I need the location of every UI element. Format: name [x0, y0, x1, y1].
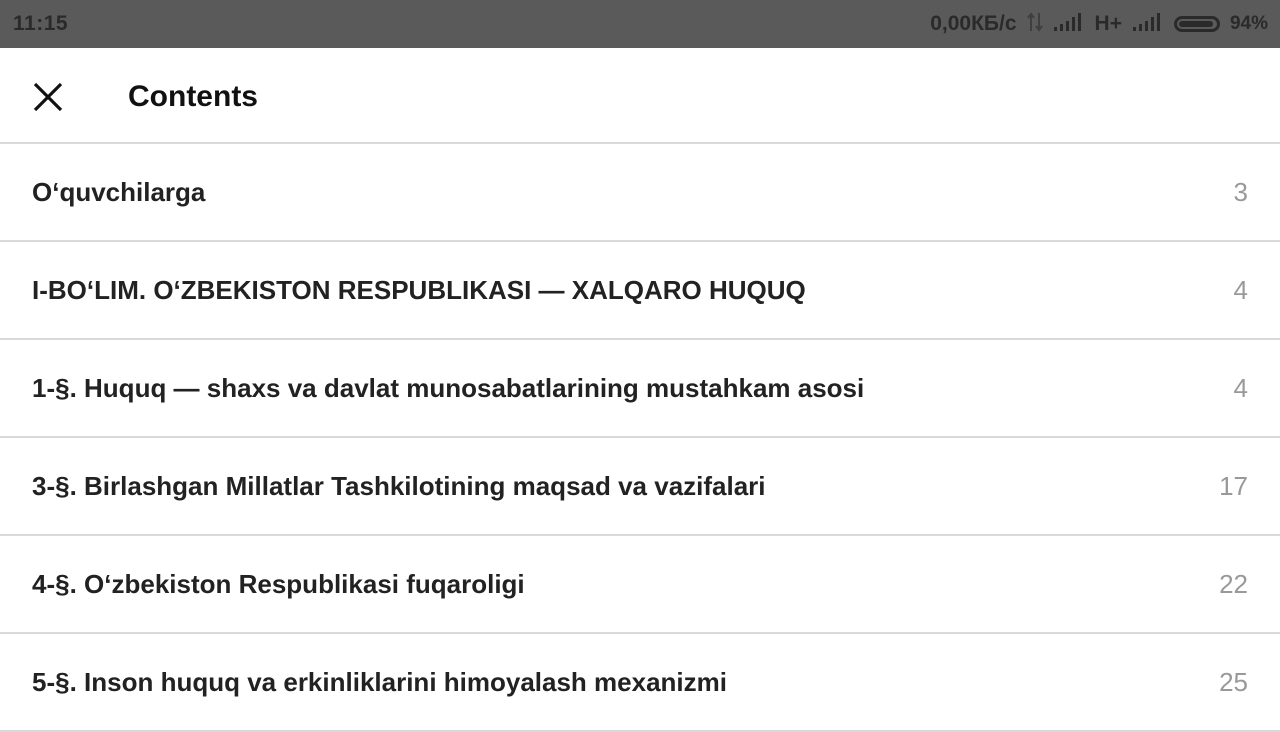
toc-item-page-number: 3	[1233, 176, 1248, 207]
status-time: 11:15	[13, 12, 69, 35]
toc-item-page-number: 22	[1219, 568, 1248, 599]
toc-item-page-number: 17	[1219, 470, 1248, 501]
close-icon	[33, 82, 63, 112]
network-type: H+	[1094, 12, 1122, 35]
toc-item-title: 3-§. Birlashgan Millatlar Tashkilotining…	[32, 470, 766, 501]
contents-header: Contents	[0, 48, 1280, 144]
signal-strength-icon	[1053, 12, 1085, 37]
network-speed: 0,00КБ/с	[930, 12, 1017, 35]
toc-item[interactable]: O‘quvchilarga 3	[0, 144, 1280, 242]
close-button[interactable]	[24, 73, 72, 121]
toc-item-title: 4-§. O‘zbekiston Respublikasi fuqaroligi	[32, 568, 525, 599]
status-bar: 11:15 0,00КБ/с H+ 94%	[0, 0, 1280, 48]
toc-item[interactable]: 5-§. Inson huquq va erkinliklarini himoy…	[0, 634, 1280, 732]
toc-item-title: O‘quvchilarga	[32, 176, 206, 207]
toc-item-page-number: 4	[1233, 372, 1248, 403]
status-indicators: 0,00КБ/с H+ 94%	[930, 11, 1268, 38]
battery-percent: 94%	[1229, 13, 1268, 34]
table-of-contents: O‘quvchilarga 3 I-BO‘LIM. O‘ZBEKISTON RESP…	[0, 144, 1280, 732]
toc-item-title: I-BO‘LIM. O‘ZBEKISTON RESPUBLIKASI — XAL…	[32, 274, 806, 305]
toc-item[interactable]: 3-§. Birlashgan Millatlar Tashkilotining…	[0, 438, 1280, 536]
page-title: Contents	[128, 80, 258, 113]
toc-item-page-number: 25	[1219, 666, 1248, 697]
toc-item[interactable]: I-BO‘LIM. O‘ZBEKISTON RESPUBLIKASI — XAL…	[0, 242, 1280, 340]
data-transfer-icon	[1026, 11, 1043, 38]
signal-strength-icon	[1132, 12, 1164, 37]
toc-item-title: 1-§. Huquq — shaxs va davlat munosabatla…	[32, 372, 865, 403]
toc-item-page-number: 4	[1233, 274, 1248, 305]
battery-icon	[1173, 16, 1220, 32]
toc-item-title: 5-§. Inson huquq va erkinliklarini himoy…	[32, 666, 727, 697]
toc-item[interactable]: 1-§. Huquq — shaxs va davlat munosabatla…	[0, 340, 1280, 438]
battery-level	[1178, 21, 1213, 27]
toc-item[interactable]: 4-§. O‘zbekiston Respublikasi fuqaroligi…	[0, 536, 1280, 634]
